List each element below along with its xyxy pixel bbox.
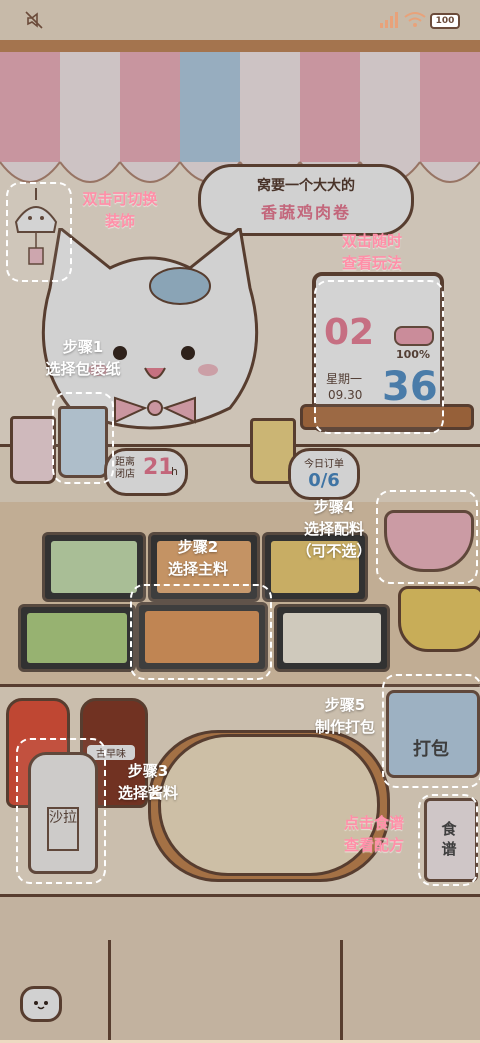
shop-closing-timer: 距离 闭店 21 h — [104, 448, 188, 496]
cat-menu-button[interactable] — [20, 986, 62, 1022]
tip-step4: 步骤4 选择配料 （可不选） — [296, 498, 372, 560]
hint-box-recipe[interactable] — [418, 794, 478, 886]
floor-cabinets — [0, 894, 480, 1043]
timer-value: 21 — [143, 455, 174, 480]
cat-face-icon — [34, 1001, 48, 1010]
cabinet-divider — [108, 940, 111, 1040]
hint-box-step4[interactable] — [376, 490, 478, 584]
order-line-2: 香蔬鸡肉卷 — [260, 203, 351, 222]
order-line-1: 窝要一个大大的 — [257, 178, 355, 194]
signal-icon — [380, 12, 398, 28]
daily-orders-value: 0/6 — [308, 470, 340, 491]
status-bar: 100 — [0, 0, 480, 40]
tip-rules: 双击随时 查看玩法 — [341, 232, 402, 272]
order-speech-bubble: 窝要一个大大的 香蔬鸡肉卷 — [198, 164, 414, 236]
daily-orders-label: 今日订单 — [304, 459, 344, 470]
tip-recipe: 点击食谱 查看配方 — [343, 814, 404, 854]
mute-icon — [25, 11, 43, 29]
hint-box-decor[interactable] — [6, 182, 72, 282]
hint-box-step1[interactable] — [52, 392, 114, 484]
tray-cucumber[interactable] — [18, 604, 136, 672]
tip-step1: 步骤1 选择包装纸 — [45, 338, 121, 378]
onion-bowl[interactable] — [398, 586, 480, 652]
cabinet-divider — [340, 940, 343, 1040]
wifi-icon — [404, 12, 426, 27]
hint-box-step2[interactable] — [130, 584, 272, 680]
daily-orders-badge: 今日订单 0/6 — [288, 448, 360, 500]
timer-unit: h — [171, 465, 178, 478]
tip-step2: 步骤2 选择主料 — [167, 538, 228, 578]
tray-fried-eggs[interactable] — [274, 604, 390, 672]
hint-box-rules[interactable] — [314, 280, 444, 434]
battery-icon: 100 — [430, 13, 460, 29]
tip-decor: 双击可切换 装饰 — [82, 190, 158, 230]
timer-label: 距离 闭店 — [115, 457, 135, 480]
hint-box-step3[interactable] — [16, 738, 106, 884]
hint-box-step5[interactable] — [382, 674, 480, 788]
pink-cup — [10, 416, 56, 484]
tip-step5: 步骤5 制作打包 — [314, 696, 375, 736]
tip-step3: 步骤3 选择酱料 — [117, 762, 178, 802]
battery-label: 100 — [435, 16, 455, 26]
